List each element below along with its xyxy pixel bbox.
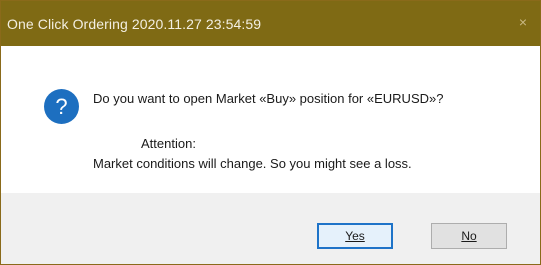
title-bar: One Click Ordering 2020.11.27 23:54:59 × (1, 1, 540, 46)
question-icon: ? (43, 88, 80, 125)
button-bar: Yes No (1, 193, 540, 264)
confirmation-dialog: One Click Ordering 2020.11.27 23:54:59 ×… (0, 0, 541, 265)
no-button-label: No (461, 229, 477, 243)
warning-text: Market conditions will change. So you mi… (93, 156, 412, 171)
question-text: Do you want to open Market «Buy» positio… (93, 91, 444, 106)
attention-label: Attention: (141, 136, 196, 151)
window-title: One Click Ordering 2020.11.27 23:54:59 (7, 15, 262, 32)
close-icon[interactable]: × (514, 13, 532, 31)
message-area: ? Do you want to open Market «Buy» posit… (1, 46, 540, 193)
svg-text:?: ? (55, 94, 67, 119)
yes-button-label: Yes (345, 229, 365, 243)
no-button[interactable]: No (431, 223, 507, 249)
yes-button[interactable]: Yes (317, 223, 393, 249)
